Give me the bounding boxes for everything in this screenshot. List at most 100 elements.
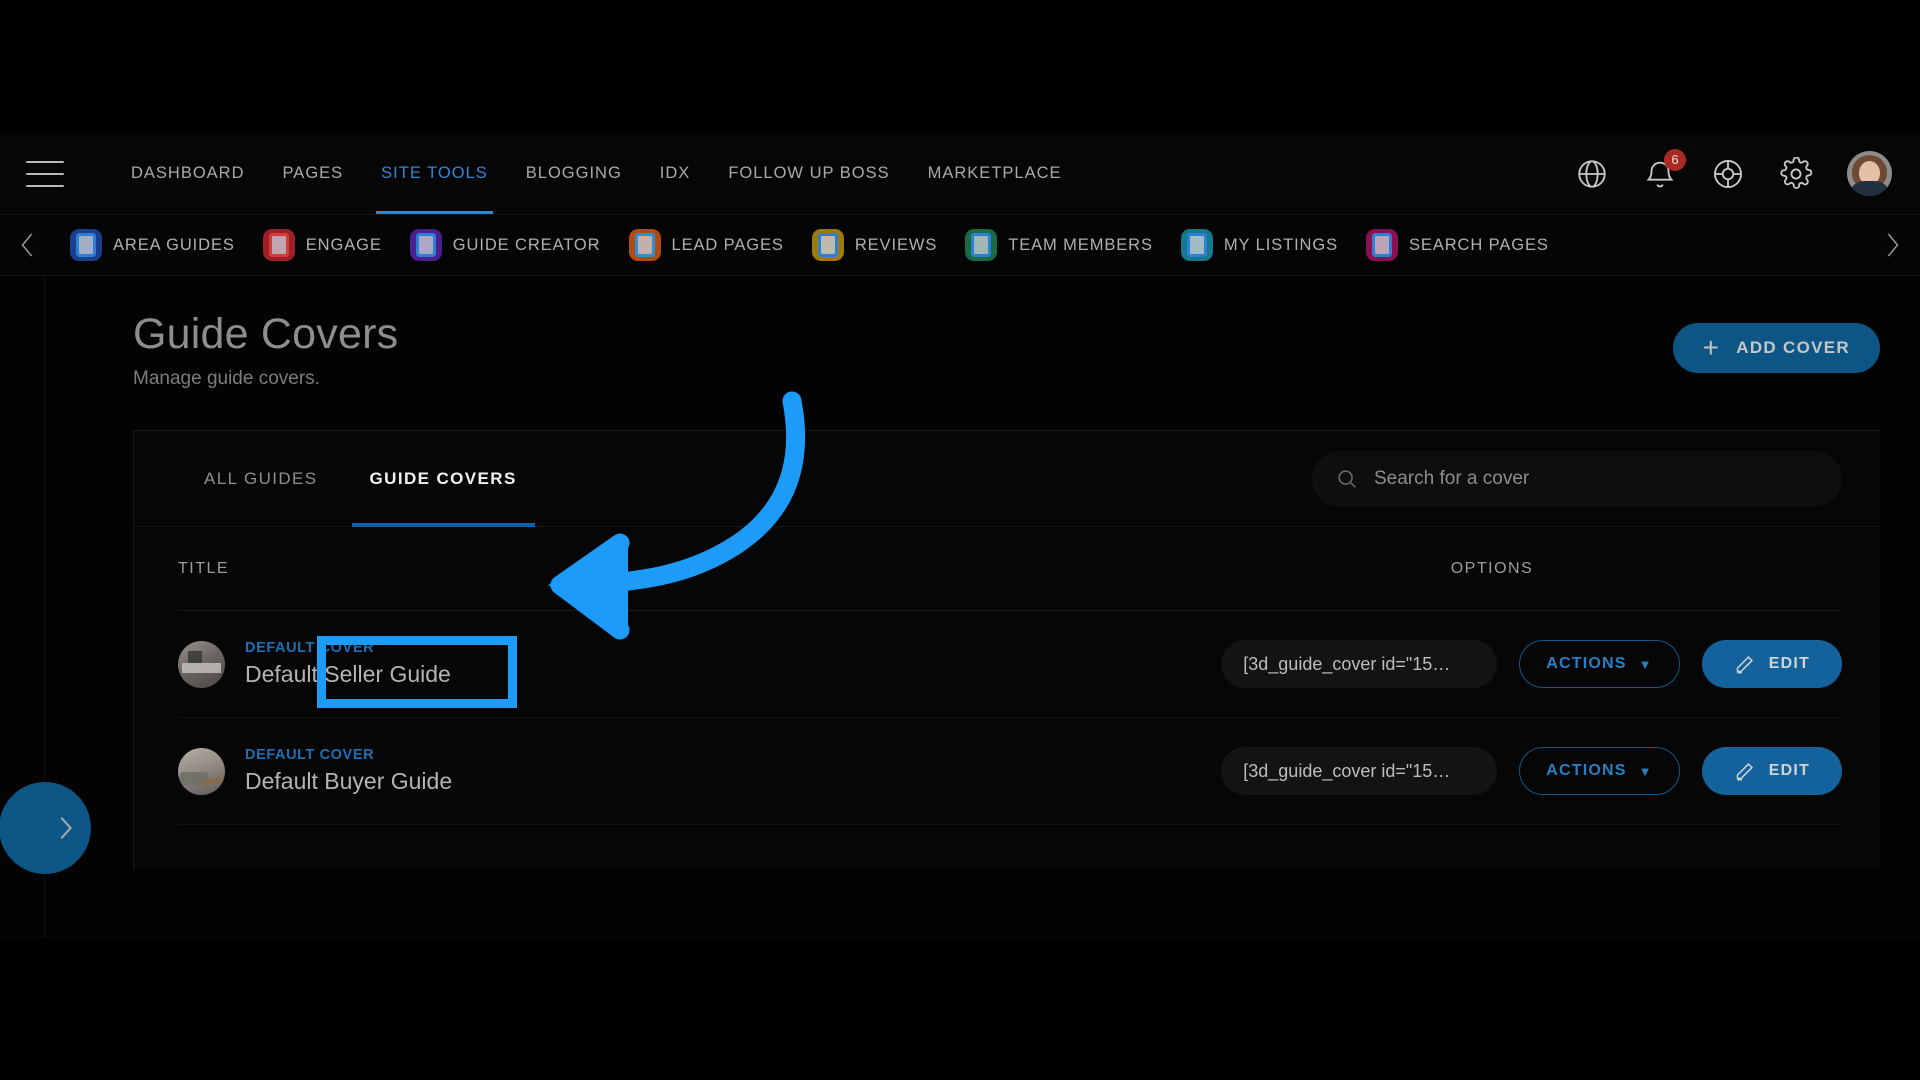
edit-label: Edit: [1768, 655, 1810, 672]
subnav-item-label: Reviews: [854, 235, 938, 254]
edit-button[interactable]: Edit: [1701, 640, 1842, 688]
actions-label: Actions: [1546, 762, 1627, 779]
avatar-image-detail: [1849, 181, 1890, 196]
hamburger-line: [26, 184, 64, 187]
guide-covers-card: All GuidesGuide Covers Title Options: [133, 430, 1880, 870]
nav-item-dashboard[interactable]: Dashboard: [112, 133, 264, 214]
icon-glyph: [1186, 233, 1207, 257]
hamburger-line: [26, 160, 64, 163]
subnav-item-guide-creator[interactable]: Guide Creator: [396, 229, 615, 261]
globe-icon[interactable]: [1575, 157, 1609, 191]
nav-item-pages[interactable]: Pages: [264, 133, 363, 214]
nav-item-idx[interactable]: IDX: [641, 133, 710, 214]
subnav-item-lead-pages[interactable]: Lead Pages: [615, 229, 798, 261]
site-tools-subnav: Area Guides Engage Guide Creator Lead Pages…: [0, 214, 1920, 276]
card-tabs-row: All Guides Guide Covers: [134, 431, 1880, 527]
actions-button[interactable]: Actions ▼: [1519, 640, 1680, 688]
icon-glyph: [415, 233, 436, 257]
subnav-item-team-members[interactable]: Team Members: [951, 229, 1167, 261]
subnav-item-reviews[interactable]: Reviews: [798, 229, 951, 261]
row-text-block: Default Cover Default Buyer Guide: [245, 747, 452, 795]
main-content: Guide Covers Manage guide covers. + Add …: [0, 276, 1920, 938]
column-header-options: Options: [1450, 559, 1534, 577]
nav-item-marketplace[interactable]: Marketplace: [909, 133, 1081, 214]
search-box[interactable]: [1312, 450, 1842, 507]
subnav-item-search-pages[interactable]: Search Pages: [1352, 229, 1563, 261]
icon-glyph: [817, 233, 838, 257]
collapsed-sidebar-toggle[interactable]: [0, 782, 91, 874]
actions-label: Actions: [1546, 655, 1627, 672]
cover-thumbnail: [178, 747, 225, 795]
browser-viewport: Dashboard Pages Site Tools Blogging IDX Follo…: [0, 133, 1920, 938]
my-listings-icon: [1180, 229, 1213, 261]
search-input[interactable]: [1374, 467, 1818, 490]
nav-item-follow-up-boss[interactable]: Follow Up Boss: [709, 133, 908, 214]
pencil-icon: [1736, 655, 1753, 673]
covers-table: Title Options Default Cover Default Selle…: [134, 527, 1880, 825]
guide-creator-icon: [409, 229, 442, 261]
actions-button[interactable]: Actions ▼: [1519, 747, 1680, 795]
gear-settings-icon[interactable]: [1779, 156, 1813, 191]
engage-icon: [262, 229, 295, 261]
tab-all-guides[interactable]: All Guides: [178, 431, 344, 527]
row-title-cell: Default Cover Default Seller Guide: [178, 640, 1142, 688]
tab-guide-covers[interactable]: Guide Covers: [344, 431, 543, 527]
subnav-item-label: Lead Pages: [671, 235, 784, 254]
subnav-item-label: My Listings: [1223, 235, 1339, 254]
icon-glyph: [971, 233, 992, 257]
pencil-icon: [1736, 762, 1753, 780]
shortcode-field[interactable]: [3d_guide_cover id="15…: [1221, 747, 1498, 795]
subnav-prev-icon[interactable]: [0, 214, 56, 276]
hamburger-line: [26, 172, 64, 175]
page-body: Guide Covers Manage guide covers. + Add …: [0, 276, 1920, 938]
subnav-item-engage[interactable]: Engage: [249, 229, 396, 261]
edit-label: Edit: [1768, 762, 1810, 779]
row-kicker: Default Cover: [245, 747, 375, 763]
add-cover-label: Add Cover: [1736, 338, 1850, 357]
subnav-item-label: Area Guides: [113, 235, 235, 254]
avatar[interactable]: [1847, 151, 1892, 196]
nav-item-blogging[interactable]: Blogging: [507, 133, 641, 214]
icon-glyph: [268, 233, 289, 257]
subnav-item-area-guides[interactable]: Area Guides: [56, 229, 249, 261]
area-guides-icon: [70, 229, 102, 261]
shortcode-field[interactable]: [3d_guide_cover id="15…: [1221, 640, 1498, 688]
subnav-item-my-listings[interactable]: My Listings: [1167, 229, 1352, 261]
subnav-item-label: Engage: [305, 235, 382, 254]
top-nav-right-icons: 6: [1575, 148, 1920, 196]
chevron-right-icon: [60, 816, 73, 840]
add-cover-button[interactable]: + Add Cover: [1672, 323, 1880, 373]
lead-pages-icon: [628, 229, 661, 261]
nav-item-site-tools[interactable]: Site Tools: [362, 133, 507, 214]
subnav-next-icon[interactable]: [1864, 214, 1920, 276]
hamburger-menu-icon[interactable]: [26, 160, 64, 187]
row-name: Default Seller Guide: [245, 661, 451, 687]
subnav-item-label: Team Members: [1008, 235, 1153, 254]
subnav-item-list: Area Guides Engage Guide Creator Lead Pages…: [56, 229, 1864, 261]
row-kicker: Default Cover: [245, 640, 375, 656]
edit-button[interactable]: Edit: [1701, 747, 1842, 795]
shortcode-text: [3d_guide_cover id="15…: [1243, 760, 1451, 781]
search-pages-icon: [1366, 229, 1399, 261]
row-options-cell: [3d_guide_cover id="15… Actions ▼ Edit: [1142, 640, 1842, 688]
chevron-down-icon: ▼: [1638, 763, 1653, 779]
page-header: Guide Covers Manage guide covers. + Add …: [133, 276, 1880, 390]
lifebuoy-help-icon[interactable]: [1711, 157, 1745, 191]
team-members-icon: [965, 229, 998, 261]
page-title-block: Guide Covers Manage guide covers.: [133, 310, 398, 390]
row-title-cell: Default Cover Default Buyer Guide: [178, 747, 1142, 795]
page-subtitle: Manage guide covers.: [133, 368, 320, 389]
subnav-item-label: Guide Creator: [452, 235, 601, 254]
page-title: Guide Covers: [133, 310, 399, 358]
icon-glyph: [1372, 233, 1393, 257]
chevron-down-icon: ▼: [1638, 656, 1653, 672]
table-body: Default Cover Default Seller Guide [3d_gui…: [178, 611, 1842, 825]
bell-icon[interactable]: 6: [1643, 148, 1686, 191]
row-text-block: Default Cover Default Seller Guide: [245, 640, 451, 688]
column-header-title: Title: [178, 559, 230, 577]
top-navigation-bar: Dashboard Pages Site Tools Blogging IDX Follo…: [0, 133, 1920, 214]
reviews-icon: [811, 229, 844, 261]
icon-glyph: [76, 233, 96, 257]
tab-list: All Guides Guide Covers: [178, 431, 543, 527]
subnav-item-label: Search Pages: [1409, 235, 1549, 254]
